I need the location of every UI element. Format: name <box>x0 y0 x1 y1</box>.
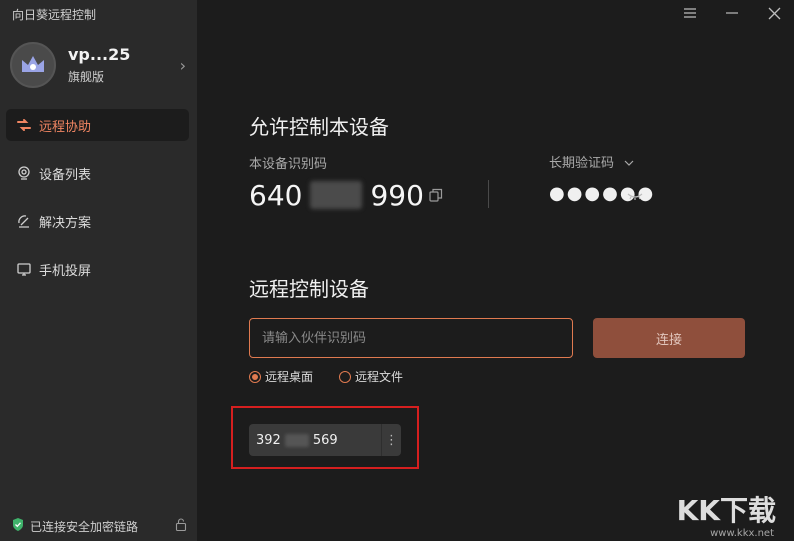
lock-icon[interactable] <box>175 518 187 534</box>
sidebar-item-solution[interactable]: 解决方案 <box>6 205 189 237</box>
radio-unselected-icon <box>339 370 352 383</box>
recent-id-prefix: 392 <box>256 432 281 448</box>
connection-mode-group: 远程桌面 远程文件 <box>249 368 403 385</box>
device-id-label: 本设备识别码 <box>249 157 328 172</box>
menu-icon[interactable] <box>682 5 698 21</box>
recent-id-blurred <box>284 433 309 447</box>
connection-status-text: 已连接安全加密链路 <box>30 519 139 534</box>
allow-control-title: 允许控制本设备 <box>249 115 389 139</box>
device-id-suffix: 990 <box>370 178 424 212</box>
device-id: 640 990 <box>249 178 424 212</box>
partner-id-input[interactable] <box>249 318 573 358</box>
password-label: 长期验证码 <box>549 156 615 171</box>
chevron-right-icon[interactable]: › <box>180 56 186 75</box>
device-list-icon <box>15 164 33 182</box>
radio-label: 远程桌面 <box>265 370 314 384</box>
close-icon[interactable] <box>766 5 782 21</box>
sidebar-item-remote-assist[interactable]: 远程协助 <box>6 109 189 141</box>
chevron-down-icon <box>624 156 634 171</box>
remote-control-title: 远程控制设备 <box>249 277 369 301</box>
remote-assist-icon <box>15 116 33 134</box>
sidebar-item-label: 手机投屏 <box>39 263 92 279</box>
window-controls <box>682 5 782 21</box>
password-type-dropdown[interactable]: 长期验证码 <box>549 152 634 171</box>
radio-selected-icon <box>249 370 261 383</box>
crown-icon <box>22 56 44 72</box>
profile-name: vp...25 <box>68 45 131 64</box>
sidebar-item-label: 设备列表 <box>39 167 92 183</box>
shield-check-icon <box>12 518 24 534</box>
sidebar-item-label: 远程协助 <box>39 119 92 135</box>
minimize-icon[interactable] <box>724 5 740 21</box>
sidebar-item-label: 解决方案 <box>39 215 92 231</box>
recent-device-chip[interactable]: 392 569 ⋮ <box>249 424 401 456</box>
more-options-icon[interactable]: ⋮ <box>381 424 401 456</box>
profile-card[interactable]: vp...25 旗舰版 › <box>10 40 190 90</box>
radio-label: 远程文件 <box>355 370 404 384</box>
watermark-logo: KK下载 <box>676 494 776 527</box>
app-title: 向日葵远程控制 <box>12 8 97 22</box>
sidebar-nav: 远程协助 设备列表 解决方案 手机投屏 <box>6 109 189 301</box>
profile-plan: 旗舰版 <box>68 70 105 84</box>
device-id-prefix: 640 <box>249 178 303 212</box>
radio-remote-desktop[interactable]: 远程桌面 <box>249 368 313 385</box>
copy-icon[interactable] <box>429 187 443 206</box>
sidebar: 向日葵远程控制 vp...25 旗舰版 › 远程协助 设备列表 解决方案 手机投… <box>0 0 197 541</box>
connection-status: 已连接安全加密链路 <box>12 517 187 535</box>
device-id-blurred <box>310 181 363 209</box>
connect-button[interactable]: 连接 <box>593 318 745 358</box>
solution-icon <box>15 212 33 230</box>
eye-closed-icon[interactable] <box>627 186 643 205</box>
avatar <box>10 42 56 88</box>
sidebar-item-device-list[interactable]: 设备列表 <box>6 157 189 189</box>
radio-remote-file[interactable]: 远程文件 <box>339 368 403 385</box>
watermark-url: www.kkx.net <box>710 528 774 539</box>
screen-cast-icon <box>15 260 33 278</box>
recent-id-suffix: 569 <box>312 432 338 448</box>
sidebar-item-screen-cast[interactable]: 手机投屏 <box>6 253 189 285</box>
divider <box>488 180 489 208</box>
